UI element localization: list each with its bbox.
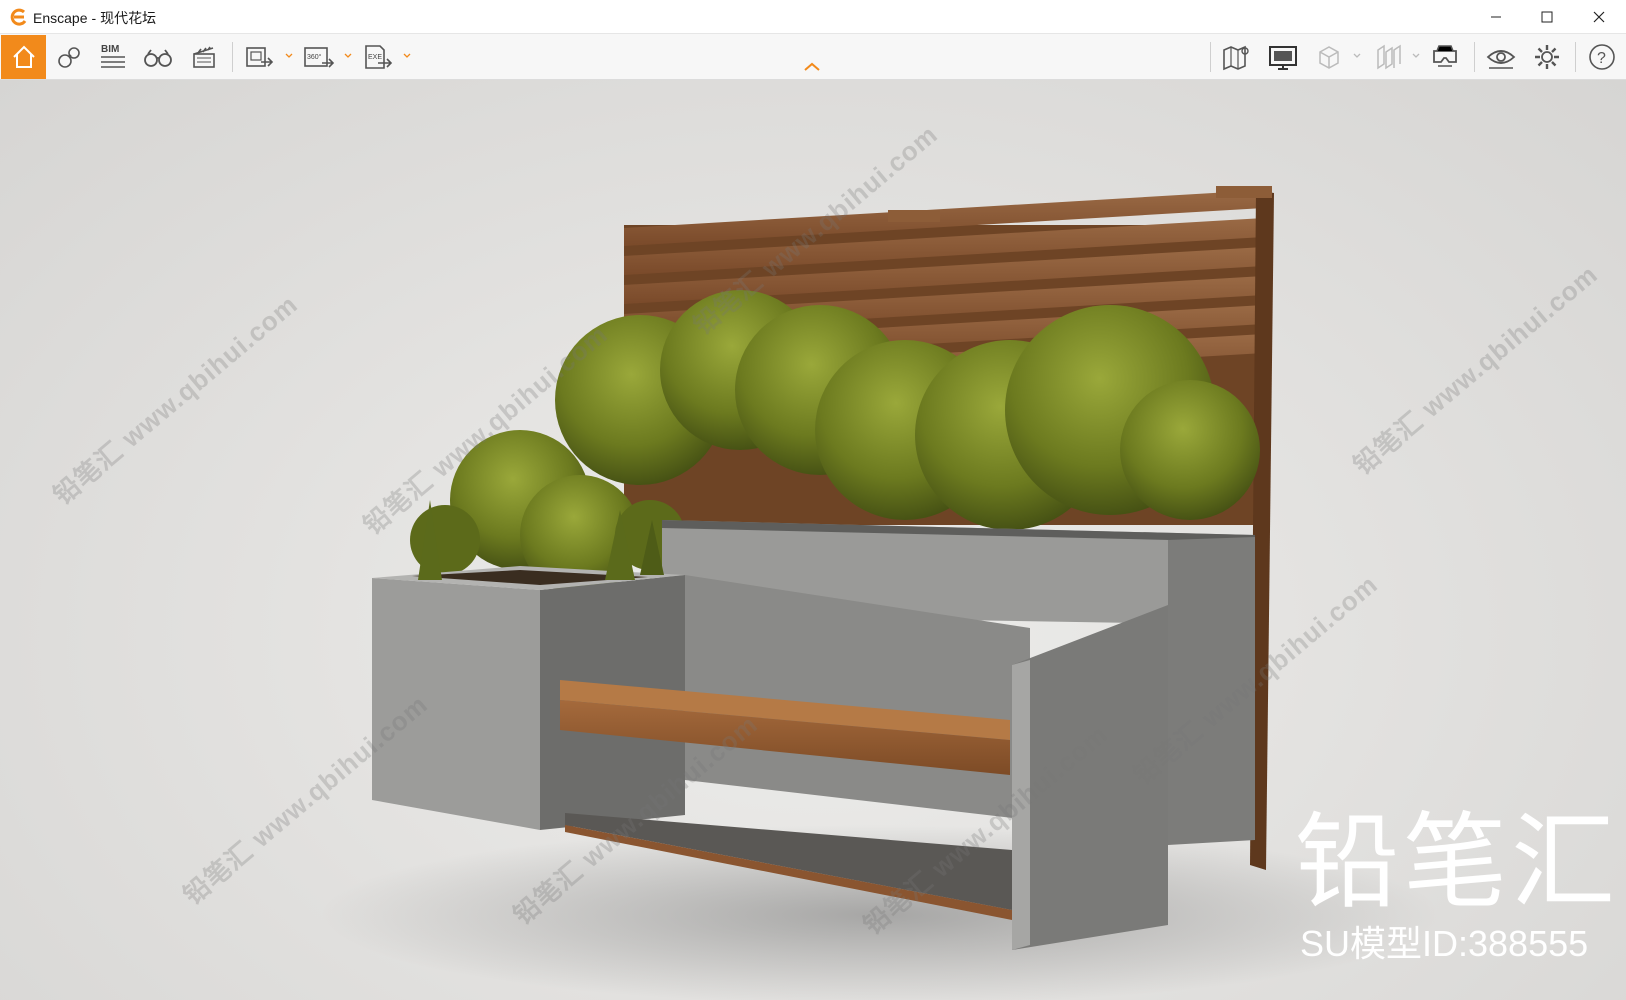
help-icon: ? [1589,44,1615,70]
svg-text:BIM: BIM [101,44,119,55]
chevron-down-icon [1412,53,1420,58]
clapperboard-icon [193,46,215,68]
minimize-icon [1491,16,1501,18]
cube-view-icon [1319,46,1339,69]
enscape-logo-icon [10,8,27,26]
svg-text:EXE: EXE [368,54,382,61]
exe-export-icon: EXE [365,45,393,69]
chevron-up-icon [804,62,820,71]
chevron-down-icon [403,53,411,58]
exe-export-button[interactable]: EXE [360,38,396,76]
svg-text:?: ? [1597,50,1606,67]
svg-text:360°: 360° [307,53,322,61]
help-button[interactable]: ? [1584,38,1620,76]
asset-library-button[interactable] [51,38,87,76]
main-toolbar: BIM 360° EXE ? [0,34,1626,80]
eye-icon [1486,50,1516,69]
section-button[interactable] [1370,38,1406,76]
brand-watermark: 铅笔汇 [1295,801,1620,923]
screenshot-dropdown[interactable] [283,50,295,62]
window-title: Enscape - 现代花坛 [33,8,156,28]
document-name: 现代花坛 [100,10,157,26]
screenshot-export-icon [246,47,274,67]
vr-headset-icon [1433,45,1457,67]
panorama-export-button[interactable]: 360° [301,38,337,76]
maximize-button[interactable] [1523,0,1571,34]
section-dropdown[interactable] [1410,50,1422,62]
map-button[interactable] [1219,38,1255,76]
title-separator: - [91,10,97,26]
chevron-down-icon [1353,53,1361,58]
chevron-down-icon [344,53,352,58]
toolbar-divider [1474,42,1475,72]
chevron-down-icon [285,53,293,58]
screenshot-export-button[interactable] [241,38,277,76]
collapse-toolbar-button[interactable] [801,60,823,74]
close-button[interactable] [1575,0,1623,34]
monitor-button[interactable] [1265,38,1301,76]
title-bar: Enscape - 现代花坛 [0,0,1626,34]
settings-button[interactable] [1529,38,1565,76]
maximize-icon [1541,11,1553,23]
app-name: Enscape [33,10,88,26]
section-icon [1377,44,1401,70]
panorama-dropdown[interactable] [342,50,354,62]
exe-dropdown[interactable] [401,50,413,62]
settings-gear-icon [1535,45,1559,69]
binoculars-button[interactable] [140,38,176,76]
cube-view-dropdown[interactable] [1351,50,1363,62]
home-icon [12,45,35,68]
toolbar-divider [1575,42,1576,72]
visibility-button[interactable] [1483,38,1519,76]
minimize-button[interactable] [1472,0,1520,34]
panorama-360-export-icon: 360° [304,47,335,68]
vr-headset-button[interactable] [1427,38,1463,76]
model-id-label: SU模型ID:388555 [1300,923,1589,964]
render-viewport[interactable]: 铅笔汇 www.qbihui.com 铅笔汇 www.qbihui.com 铅笔… [0,80,1626,1000]
home-button[interactable] [1,35,46,79]
toolbar-divider [232,42,233,72]
toolbar-divider [1210,42,1211,72]
binoculars-icon [144,49,172,67]
monitor-icon [1269,46,1297,70]
asset-library-icon [58,47,80,68]
bim-button[interactable]: BIM [95,38,131,76]
video-editor-button[interactable] [186,38,222,76]
cube-view-button[interactable] [1311,38,1347,76]
map-icon [1223,45,1249,71]
bim-icon: BIM [101,44,125,68]
close-icon [1593,11,1605,23]
